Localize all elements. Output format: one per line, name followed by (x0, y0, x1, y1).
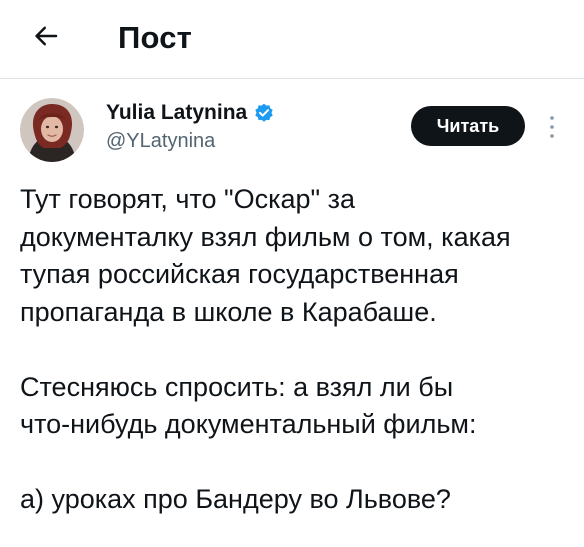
tweet-line: пропаганда в школе в Карабаше. (20, 296, 437, 327)
tweet-line: что-нибудь документальный фильм: (20, 409, 477, 439)
author-name[interactable]: Yulia Latynina (106, 100, 247, 126)
tweet-line: Тут говорят, что "Оскар" за (20, 184, 356, 214)
verified-badge-icon (253, 102, 275, 124)
tweet-line: документалку взял фильм о том, какая (20, 221, 511, 252)
page-title: Пост (118, 20, 193, 55)
tweet-line: Стесняюсь спросить: а взял ли бы (20, 371, 454, 402)
back-button[interactable] (26, 20, 66, 56)
arrow-left-icon (31, 21, 61, 56)
more-vertical-icon (548, 114, 556, 140)
tweet-line: а) уроках про Бандеру во Львове? (20, 484, 451, 514)
read-button[interactable]: Читать (411, 106, 525, 146)
author-info: Yulia Latynina @YLatynina (106, 100, 275, 154)
top-bar: Пост (0, 0, 584, 79)
more-options-button[interactable] (542, 110, 562, 144)
tweet-line: тупая российская государственная (20, 259, 459, 289)
avatar[interactable] (20, 98, 84, 162)
author-handle[interactable]: @YLatynina (106, 128, 275, 154)
tweet-text: Тут говорят, что "Оскар" за документалку… (20, 181, 580, 519)
